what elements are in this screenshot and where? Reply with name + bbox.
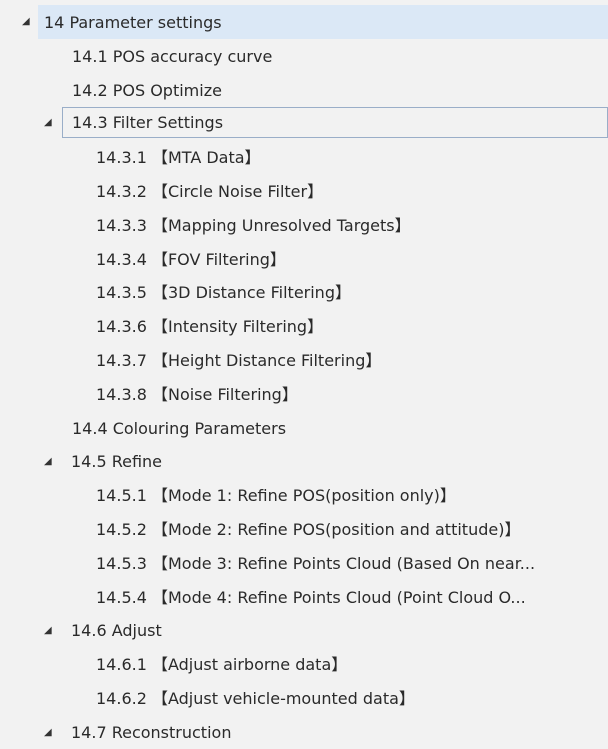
tree-item-label: 14.3.8 【Noise Filtering】 (96, 384, 298, 404)
selected-highlight: 14 Parameter settings (38, 5, 608, 39)
tree-item-adjust-airborne-data[interactable]: 14.6.1 【Adjust airborne data】 (0, 647, 608, 681)
tree-item-pos-accuracy-curve[interactable]: 14.1 POS accuracy curve (0, 39, 608, 73)
expanded-arrow-icon[interactable]: ◢ (22, 5, 38, 38)
tree-item-label: 14.6.2 【Adjust vehicle-mounted data】 (96, 688, 415, 708)
tree-item-label: 14.1 POS accuracy curve (72, 46, 273, 66)
tree-item-adjust[interactable]: ◢ 14.6 Adjust (0, 613, 608, 647)
tree-item-label: 14.5 Refine (71, 452, 163, 472)
tree-item-refine-mode-3[interactable]: 14.5.3 【Mode 3: Refine Points Cloud (Bas… (0, 546, 608, 580)
tree-item-colouring-parameters[interactable]: 14.4 Colouring Parameters (0, 411, 608, 445)
tree-item-filter-settings[interactable]: ◢ 14.3 Filter Settings (0, 106, 608, 140)
tree-item-fov-filtering[interactable]: 14.3.4 【FOV Filtering】 (0, 242, 608, 276)
tree-item-parameter-settings[interactable]: ◢ 14 Parameter settings (0, 5, 608, 39)
tree-item-label: 14.3.4 【FOV Filtering】 (96, 249, 286, 269)
outline-tree: ◢ 14 Parameter settings 14.1 POS accurac… (0, 0, 608, 744)
tree-item-label: 14.3.2 【Circle Noise Filter】 (96, 181, 324, 201)
tree-item-label: 14.4 Colouring Parameters (72, 418, 287, 438)
tree-item-label: 14.3.5 【3D Distance Filtering】 (96, 283, 351, 303)
tree-item-label: 14.6 Adjust (71, 621, 162, 641)
tree-item-height-distance-filtering[interactable]: 14.3.7 【Height Distance Filtering】 (0, 343, 608, 377)
tree-item-mta-data[interactable]: 14.3.1 【MTA Data】 (0, 140, 608, 174)
expanded-arrow-icon[interactable]: ◢ (44, 106, 60, 139)
tree-item-label: 14.3 Filter Settings (72, 113, 224, 133)
tree-item-label: 14.2 POS Optimize (72, 80, 222, 100)
tree-item-label: 14.3.3 【Mapping Unresolved Targets】 (96, 215, 411, 235)
tree-item-label: 14.3.1 【MTA Data】 (96, 148, 261, 168)
tree-item-refine-mode-4[interactable]: 14.5.4 【Mode 4: Refine Points Cloud (Poi… (0, 580, 608, 614)
tree-item-label: 14.5.2 【Mode 2: Refine POS(position and … (96, 519, 521, 539)
tree-item-label: 14.3.7 【Height Distance Filtering】 (96, 350, 382, 370)
tree-item-label: 14 Parameter settings (44, 13, 222, 32)
focus-outline: 14.3 Filter Settings (62, 107, 608, 139)
tree-item-label: 14.6.1 【Adjust airborne data】 (96, 655, 348, 675)
tree-item-refine-mode-2[interactable]: 14.5.2 【Mode 2: Refine POS(position and … (0, 512, 608, 546)
expanded-arrow-icon[interactable]: ◢ (44, 445, 60, 478)
tree-item-label: 14.5.1 【Mode 1: Refine POS(position only… (96, 486, 456, 506)
tree-item-label: 14.5.3 【Mode 3: Refine Points Cloud (Bas… (96, 553, 536, 573)
tree-item-circle-noise-filter[interactable]: 14.3.2 【Circle Noise Filter】 (0, 174, 608, 208)
tree-item-refine[interactable]: ◢ 14.5 Refine (0, 444, 608, 478)
tree-item-refine-mode-1[interactable]: 14.5.1 【Mode 1: Refine POS(position only… (0, 478, 608, 512)
expanded-arrow-icon[interactable]: ◢ (44, 614, 60, 647)
tree-item-label: 14.3.6 【Intensity Filtering】 (96, 317, 324, 337)
tree-item-mapping-unresolved-targets[interactable]: 14.3.3 【Mapping Unresolved Targets】 (0, 208, 608, 242)
tree-item-reconstruction[interactable]: ◢ 14.7 Reconstruction (0, 715, 608, 749)
tree-item-label: 14.5.4 【Mode 4: Refine Points Cloud (Poi… (96, 587, 526, 607)
tree-item-noise-filtering[interactable]: 14.3.8 【Noise Filtering】 (0, 377, 608, 411)
tree-item-adjust-vehicle-mounted-data[interactable]: 14.6.2 【Adjust vehicle-mounted data】 (0, 681, 608, 715)
tree-item-3d-distance-filtering[interactable]: 14.3.5 【3D Distance Filtering】 (0, 275, 608, 309)
tree-item-intensity-filtering[interactable]: 14.3.6 【Intensity Filtering】 (0, 309, 608, 343)
tree-item-pos-optimize[interactable]: 14.2 POS Optimize (0, 73, 608, 107)
